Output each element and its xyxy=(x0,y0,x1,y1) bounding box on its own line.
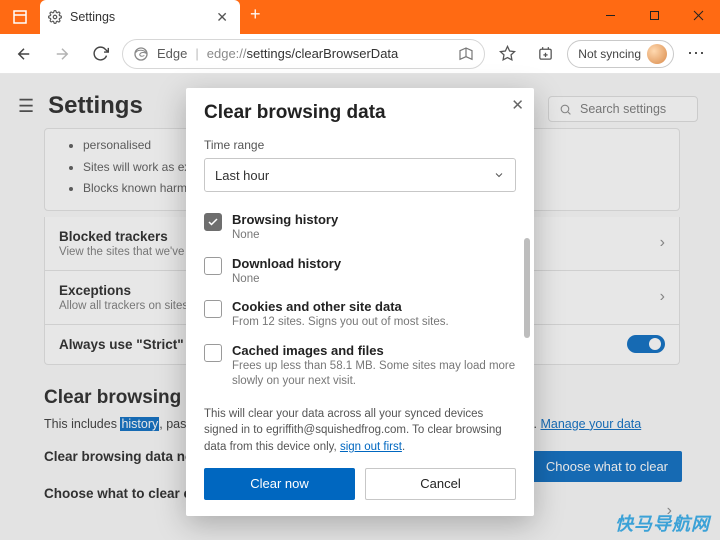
window-titlebar: Settings ✕ + xyxy=(0,0,720,34)
forward-button[interactable] xyxy=(46,38,78,70)
sync-note: This will clear your data across all you… xyxy=(204,406,516,456)
more-menu-icon[interactable]: ⋯ xyxy=(680,38,712,70)
dialog-close-icon[interactable]: ✕ xyxy=(511,96,524,114)
dialog-scrollbar[interactable] xyxy=(524,238,530,338)
clear-now-button[interactable]: Clear now xyxy=(204,468,355,500)
data-type-row: Browsing historyNone xyxy=(204,206,516,250)
gear-icon xyxy=(48,10,62,24)
browser-toolbar: Edge | edge://settings/clearBrowserData … xyxy=(0,34,720,74)
checkbox[interactable] xyxy=(204,257,222,275)
favorites-icon[interactable] xyxy=(491,38,523,70)
data-type-desc: From 12 sites. Signs you out of most sit… xyxy=(232,315,449,331)
data-type-title: Browsing history xyxy=(232,212,338,227)
browser-tab[interactable]: Settings ✕ xyxy=(40,0,240,34)
data-type-row: Download historyNone xyxy=(204,250,516,294)
back-button[interactable] xyxy=(8,38,40,70)
data-type-title: Download history xyxy=(232,256,341,271)
address-bar[interactable]: Edge | edge://settings/clearBrowserData xyxy=(122,39,485,69)
data-type-title: Cached images and files xyxy=(232,343,516,358)
time-range-select[interactable]: Last hour xyxy=(204,158,516,192)
data-type-row: Cached images and filesFrees up less tha… xyxy=(204,337,516,396)
addr-brand: Edge xyxy=(157,46,187,61)
checkbox[interactable] xyxy=(204,344,222,362)
tab-title: Settings xyxy=(70,10,204,24)
checkbox[interactable] xyxy=(204,213,222,231)
addr-proto: edge:// xyxy=(207,46,247,61)
data-type-row: Cookies and other site dataFrom 12 sites… xyxy=(204,293,516,337)
window-maximize[interactable] xyxy=(632,0,676,30)
profile-label: Not syncing xyxy=(578,47,641,61)
collections-icon[interactable] xyxy=(529,38,561,70)
addr-path: settings/clearBrowserData xyxy=(247,46,399,61)
data-type-title: Cookies and other site data xyxy=(232,299,449,314)
new-tab-button[interactable]: + xyxy=(240,0,271,29)
cancel-button[interactable]: Cancel xyxy=(365,468,516,500)
sign-out-link[interactable]: sign out first xyxy=(340,441,402,453)
data-type-desc: Frees up less than 58.1 MB. Some sites m… xyxy=(232,359,516,390)
time-range-label: Time range xyxy=(204,138,516,152)
window-close[interactable] xyxy=(676,0,720,30)
data-type-desc: None xyxy=(232,228,338,244)
checkbox[interactable] xyxy=(204,300,222,318)
clear-browsing-data-dialog: ✕ Clear browsing data Time range Last ho… xyxy=(186,88,534,516)
reading-mode-icon[interactable] xyxy=(458,46,474,62)
dialog-title: Clear browsing data xyxy=(204,102,516,124)
tab-close-icon[interactable]: ✕ xyxy=(212,7,232,28)
profile-pill[interactable]: Not syncing xyxy=(567,40,674,68)
window-minimize[interactable] xyxy=(588,0,632,30)
data-type-desc: None xyxy=(232,272,341,288)
app-icon xyxy=(0,0,40,34)
avatar xyxy=(647,44,667,64)
chevron-down-icon xyxy=(493,169,505,181)
edge-logo-icon xyxy=(133,46,149,62)
refresh-button[interactable] xyxy=(84,38,116,70)
